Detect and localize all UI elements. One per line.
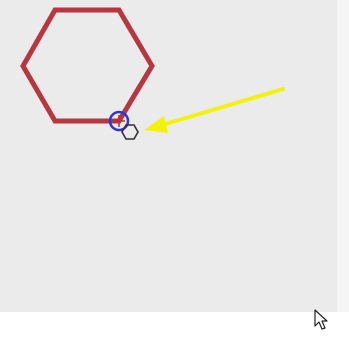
- drawing-app-window: [0, 0, 349, 344]
- annotation-arrow-head: [144, 116, 168, 133]
- bottom-area: [0, 312, 349, 344]
- right-edge-strip: [337, 0, 349, 312]
- mouse-pointer-icon: [314, 309, 328, 330]
- hexagon-tool-icon: [121, 124, 139, 140]
- annotation-arrow-shaft: [160, 87, 285, 127]
- canvas-drawing-surface[interactable]: [0, 0, 337, 312]
- drawing-canvas[interactable]: [0, 0, 337, 312]
- hexagon-shape[interactable]: [20, 7, 155, 124]
- arrow-left-icon: [144, 87, 285, 133]
